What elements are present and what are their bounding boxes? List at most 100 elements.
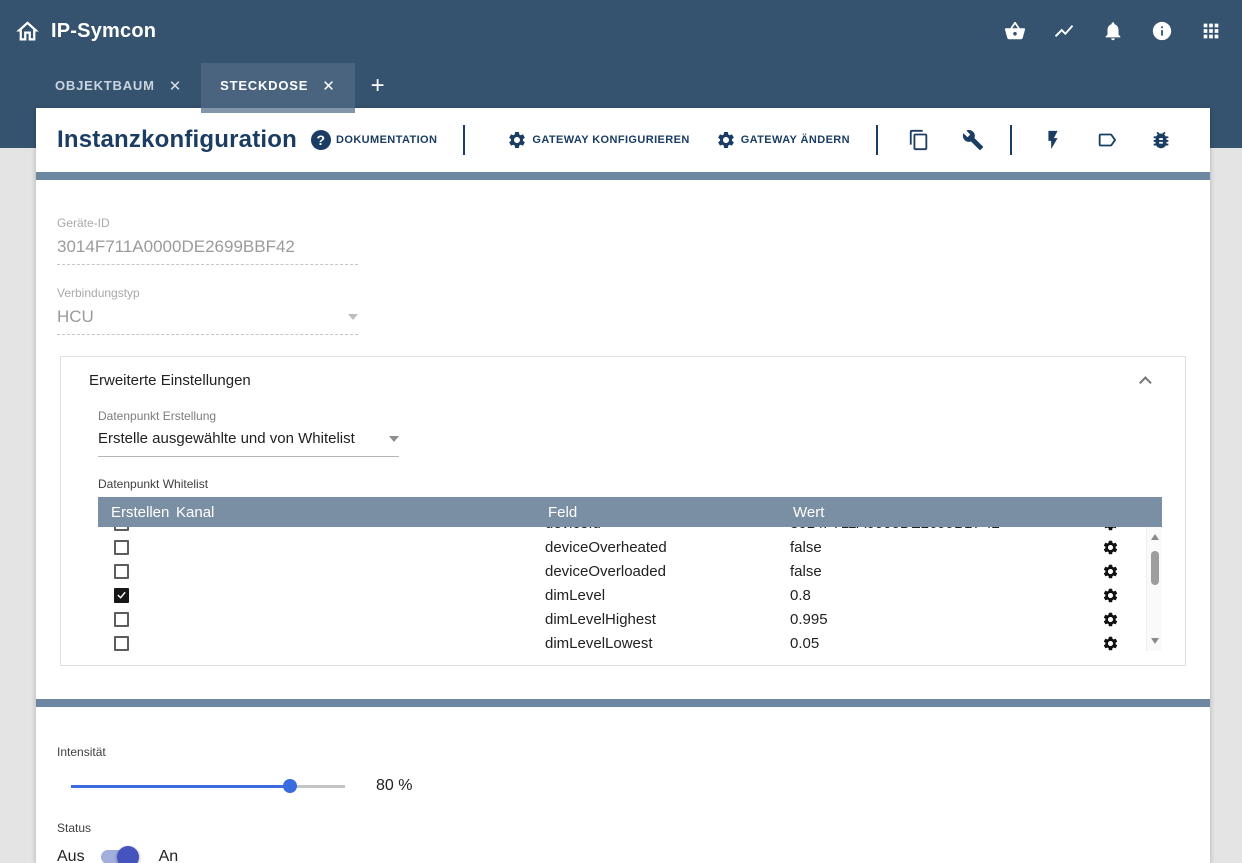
datenpunkt-erstellung-field[interactable]: Datenpunkt Erstellung Erstelle ausgewähl… [98,409,399,457]
row-checkbox[interactable] [114,564,129,579]
column-header-erstellen: Erstellen [98,504,176,521]
flash-button[interactable] [1042,129,1064,151]
bug-icon [1150,129,1172,151]
row-checkbox[interactable] [114,527,129,531]
row-settings-button[interactable] [1102,563,1119,580]
tab-bar: OBJEKTBAUM ✕ STECKDOSE ✕ + [36,63,401,108]
table-row: deviceId 3014F711A0000DE2699BBF42 [98,527,1146,535]
advanced-settings-header[interactable]: Erweiterte Einstellungen [61,357,1185,397]
scrollbar-thumb[interactable] [1151,551,1159,585]
cell-wert: false [790,563,1090,580]
toolbar-divider [1010,125,1012,155]
row-checkbox[interactable] [114,636,129,651]
device-controls: Intensität 80 % Status Aus An [36,707,1210,863]
geraete-id-value: 3014F711A0000DE2699BBF42 [57,237,358,265]
datenpunkt-erstellung-select[interactable]: Erstelle ausgewählte und von Whitelist [98,430,399,457]
bug-button[interactable] [1150,129,1172,151]
slider-thumb[interactable] [283,779,297,793]
cell-wert: 3014F711A0000DE2699BBF42 [790,527,1090,532]
gateway-configure-button[interactable]: GATEWAY KONFIGURIEREN [507,130,689,150]
toolbar-divider [876,125,878,155]
row-checkbox[interactable] [114,540,129,555]
app-logo[interactable]: IP-Symcon [14,18,156,45]
chevron-down-icon [389,436,399,442]
row-settings-button[interactable] [1102,587,1119,604]
cell-wert: 0.8 [790,587,1090,604]
intensity-slider-fill [71,785,290,788]
gateway-change-label: GATEWAY ÄNDERN [741,134,850,146]
wrench-icon [962,129,984,151]
verbindungstyp-label: Verbindungstyp [57,286,358,300]
add-tab-button[interactable]: + [355,63,401,108]
row-settings-button[interactable] [1102,539,1119,556]
status-toggle[interactable] [101,846,137,863]
cell-feld: dimLevelLowest [545,635,790,652]
tab-close-icon[interactable]: ✕ [169,77,182,95]
whitelist-table: Erstellen Kanal Feld Wert deviceId 3014F… [98,497,1162,651]
table-row: dimLevel 0.8 [98,583,1146,607]
copy-button[interactable] [908,129,930,151]
gear-icon [1102,587,1119,604]
table-scrollbar[interactable] [1146,527,1162,651]
gear-icon [1102,527,1119,532]
status-label: Status [57,821,1210,835]
documentation-button[interactable]: ? DOKUMENTATION [311,130,437,150]
row-checkbox[interactable] [114,588,129,603]
status-toggle-row: Aus An [57,846,1210,863]
label-tag-icon [1096,129,1118,151]
app-title: IP-Symcon [51,20,156,43]
chevron-up-icon[interactable] [1139,376,1152,389]
chart-icon[interactable] [1053,20,1075,42]
basket-icon[interactable] [1004,20,1026,42]
cell-wert: false [790,539,1090,556]
page-title: Instanzkonfiguration [57,126,297,154]
whitelist-label: Datenpunkt Whitelist [98,477,1161,491]
datenpunkt-erstellung-label: Datenpunkt Erstellung [98,409,399,423]
home-icon [14,18,41,45]
whitelist-rows: deviceId 3014F711A0000DE2699BBF42 device… [98,527,1146,651]
gear-icon [1102,611,1119,628]
geraete-id-label: Geräte-ID [57,216,358,230]
info-icon[interactable] [1151,20,1173,42]
cell-feld: deviceOverheated [545,539,790,556]
row-settings-button[interactable] [1102,635,1119,652]
cell-wert: 0.995 [790,611,1090,628]
tab-steckdose[interactable]: STECKDOSE ✕ [201,63,354,108]
gateway-change-button[interactable]: GATEWAY ÄNDERN [716,130,850,150]
appbar-icons [1004,20,1222,42]
row-checkbox[interactable] [114,612,129,627]
intensity-value: 80 % [376,777,412,795]
row-settings-button[interactable] [1102,611,1119,628]
cell-feld: dimLevelHighest [545,611,790,628]
column-header-feld: Feld [548,504,793,521]
check-icon [116,589,127,601]
cell-feld: dimLevel [545,587,790,604]
advanced-settings-body: Datenpunkt Erstellung Erstelle ausgewähl… [61,397,1185,665]
gear-icon [1102,539,1119,556]
toolbar-buttons: ? DOKUMENTATION GATEWAY KONFIGURIEREN GA… [311,125,1172,155]
geraete-id-field: Geräte-ID 3014F711A0000DE2699BBF42 [57,216,358,265]
intensity-slider-row: 80 % [57,777,1210,795]
row-settings-button[interactable] [1102,527,1119,532]
whitelist-table-body: deviceId 3014F711A0000DE2699BBF42 device… [98,527,1162,651]
apps-grid-icon[interactable] [1200,20,1222,42]
instance-toolbar: Instanzkonfiguration ? DOKUMENTATION GAT… [36,108,1210,172]
page: IP-Symcon OBJEKTBAUM ✕ STECKDOSE ✕ + Ins… [0,0,1242,863]
section-divider [36,699,1210,707]
chevron-down-icon [348,314,358,320]
gateway-configure-label: GATEWAY KONFIGURIEREN [532,134,689,146]
help-icon: ? [311,130,331,150]
label-button[interactable] [1096,129,1118,151]
toggle-thumb[interactable] [117,846,139,863]
intensity-slider[interactable] [71,779,345,793]
gear-icon [1102,563,1119,580]
scroll-down-icon[interactable] [1151,638,1159,644]
documentation-label: DOKUMENTATION [336,134,437,146]
gear-icon [1102,635,1119,652]
wrench-button[interactable] [962,129,984,151]
tab-close-icon[interactable]: ✕ [322,77,335,95]
notifications-icon[interactable] [1102,20,1124,42]
advanced-settings-title: Erweiterte Einstellungen [89,372,251,389]
tab-objektbaum[interactable]: OBJEKTBAUM ✕ [36,63,201,108]
scroll-up-icon[interactable] [1151,534,1159,540]
